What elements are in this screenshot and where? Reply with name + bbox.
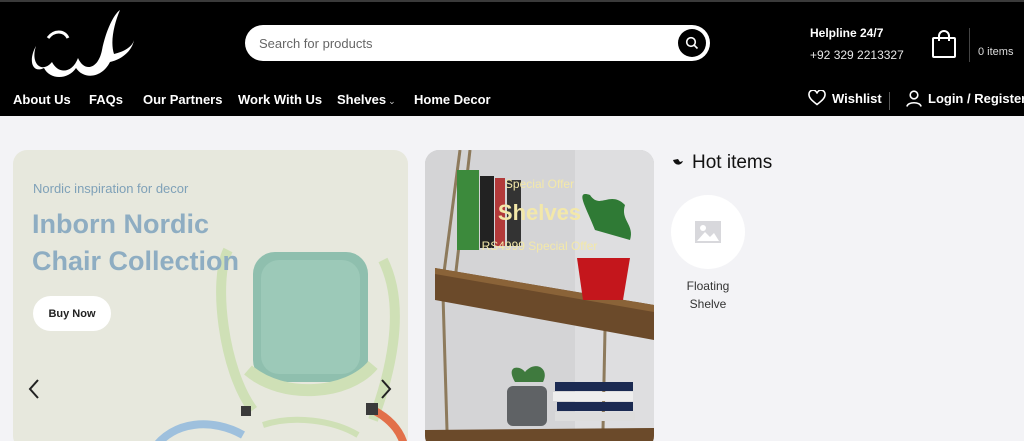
heart-icon	[808, 90, 826, 106]
nav-shelves[interactable]: Shelves ⌄	[337, 92, 396, 107]
nav-divider	[889, 92, 890, 110]
helpline-title: Helpline 24/7	[810, 26, 884, 40]
hot-item-label[interactable]: Floating Shelve	[668, 277, 748, 313]
nav-label: Shelves	[337, 92, 387, 107]
hero-banner-chairs[interactable]: Nordic inspiration for decor Inborn Nord…	[13, 150, 408, 441]
nav-faqs[interactable]: FAQs	[89, 92, 123, 107]
offer-label: Special Offer	[504, 177, 575, 191]
hot-item-thumbnail[interactable]	[671, 195, 745, 269]
search-button[interactable]	[678, 29, 706, 57]
login-register-link[interactable]: Login / Register	[906, 90, 1024, 107]
nav-about-us[interactable]: About Us	[13, 92, 71, 107]
nav-label: Work With Us	[238, 92, 323, 107]
main-nav: About Us FAQs Our Partners Work With Us …	[0, 90, 1024, 114]
shopping-bag-icon[interactable]	[931, 29, 957, 59]
offer-price: RS4999 Special Offer	[481, 239, 598, 253]
login-label: Login / Register	[928, 91, 1024, 106]
hot-items-icon	[673, 159, 683, 165]
offer-title: Shelves	[497, 200, 582, 225]
search-icon	[685, 36, 699, 50]
chevron-right-icon[interactable]	[379, 378, 393, 400]
search-bar	[245, 25, 710, 61]
nav-our-partners[interactable]: Our Partners	[143, 92, 222, 107]
banner-subtitle: Nordic inspiration for decor	[33, 181, 189, 196]
nav-label: Home Decor	[414, 92, 491, 107]
user-icon	[906, 90, 922, 107]
banner-title: Inborn Nordic Chair Collection	[32, 209, 240, 276]
wishlist-label: Wishlist	[832, 90, 882, 106]
buy-now-button[interactable]: Buy Now	[33, 296, 111, 331]
image-placeholder-icon	[695, 221, 721, 243]
logo[interactable]	[28, 8, 136, 80]
hot-items-title: Hot items	[692, 152, 773, 173]
chevron-down-icon: ⌄	[388, 96, 396, 106]
cart-count[interactable]: 0 items	[978, 46, 1013, 58]
nav-label: Our Partners	[143, 92, 223, 107]
nav-label: FAQs	[89, 92, 123, 107]
nav-work-with-us[interactable]: Work With Us	[238, 92, 322, 107]
shelves-image	[425, 150, 654, 441]
nav-label: About Us	[13, 92, 71, 107]
chevron-left-icon[interactable]	[27, 378, 41, 400]
helpline-phone[interactable]: +92 329 2213327	[810, 48, 904, 62]
cart-divider	[969, 28, 970, 62]
shelves-offer-banner[interactable]: Special Offer Shelves RS4999 Special Off…	[425, 150, 654, 441]
search-input[interactable]	[259, 25, 659, 61]
site-header: Helpline 24/7 +92 329 2213327 0 items Ab…	[0, 0, 1024, 116]
helpline: Helpline 24/7 +92 329 2213327	[810, 26, 904, 62]
nav-home-decor[interactable]: Home Decor	[414, 92, 491, 107]
wishlist-link[interactable]: Wishlist	[808, 90, 882, 106]
